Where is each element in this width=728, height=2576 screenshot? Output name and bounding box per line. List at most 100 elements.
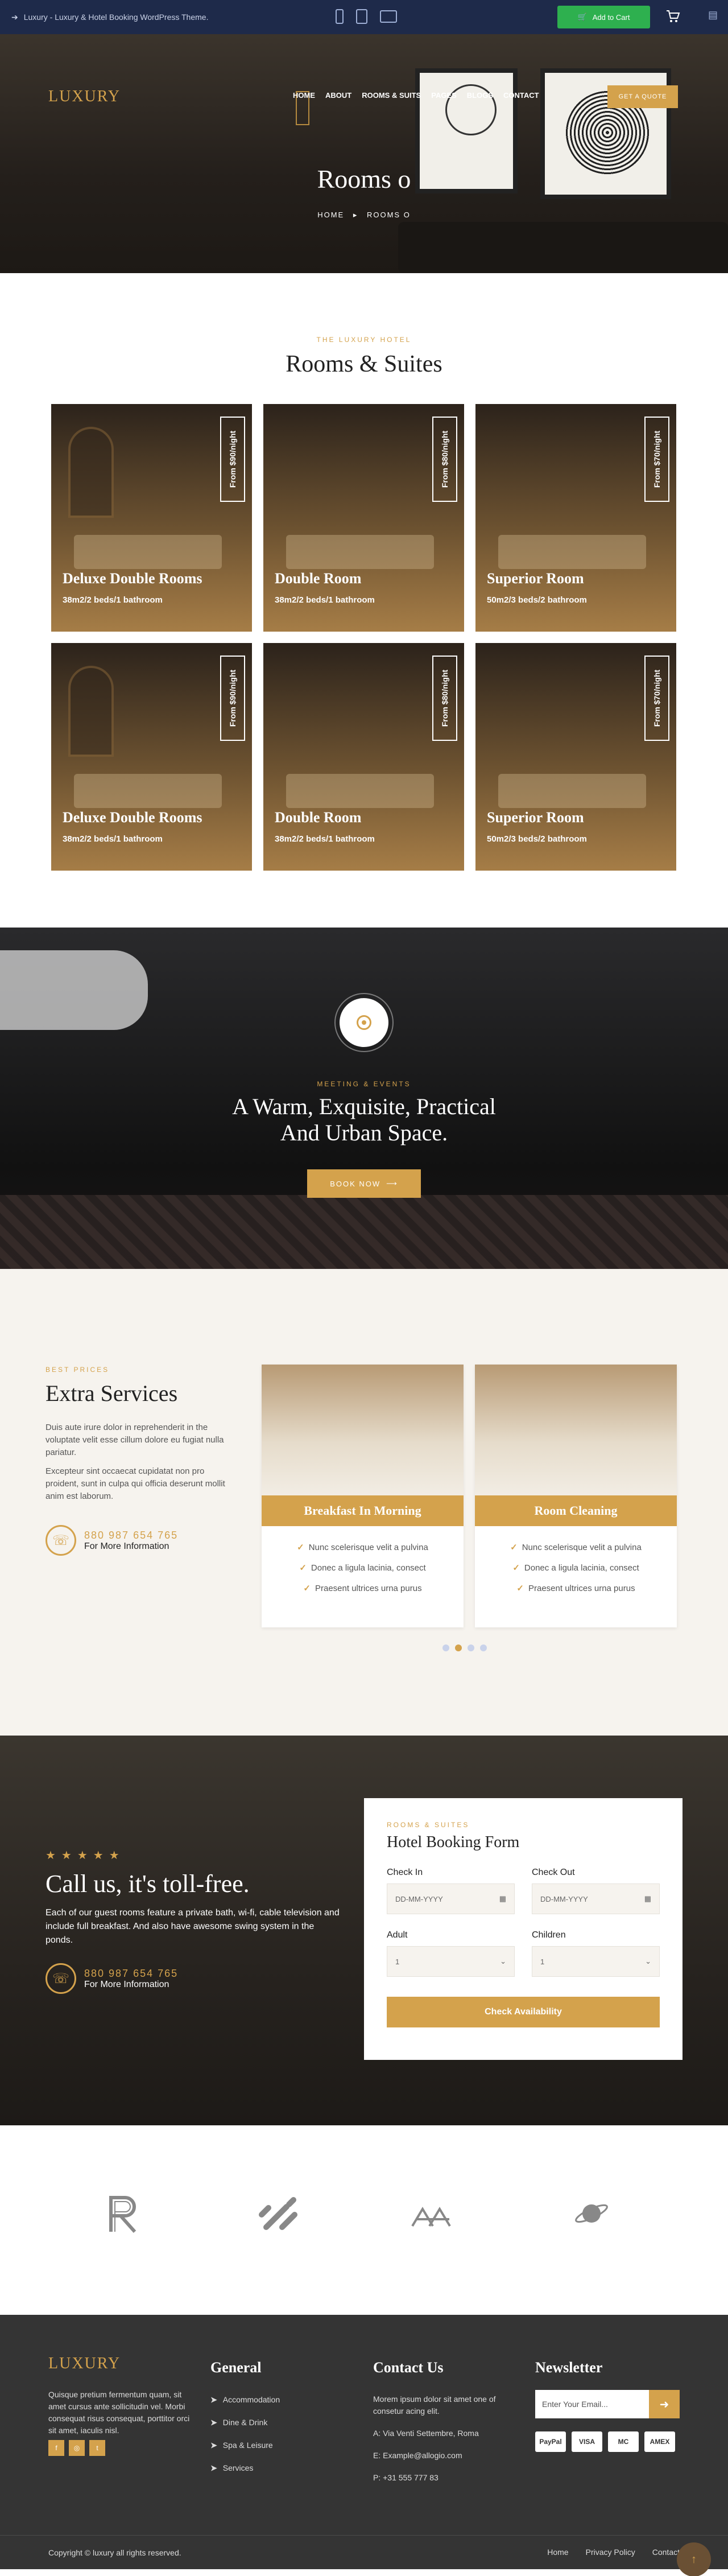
room-card[interactable]: From $70/night Superior Room 50m2/3 beds…	[475, 643, 676, 871]
footer-link[interactable]: ➤ Services	[210, 2462, 280, 2474]
room-card[interactable]: From $90/night Deluxe Double Rooms 38m2/…	[51, 404, 252, 632]
carousel-dot[interactable]	[468, 1644, 474, 1651]
bottom-link-privacy[interactable]: Privacy Policy	[586, 2548, 635, 2557]
partner-logo-planet[interactable]	[569, 2192, 614, 2237]
rooms-title: Rooms & Suites	[286, 351, 442, 377]
booking-form: ROOMS & SUITES Hotel Booking Form Check …	[364, 1798, 682, 2060]
room-meta: 50m2/3 beds/2 bathroom	[487, 595, 587, 605]
nav-item-pages[interactable]: PAGES	[431, 91, 457, 100]
partner-logo-r[interactable]	[102, 2192, 148, 2237]
send-icon[interactable]: ➜	[649, 2390, 680, 2418]
room-card[interactable]: From $80/night Double Room 38m2/2 beds/1…	[263, 643, 464, 871]
breadcrumb-current: ROOMS O	[366, 211, 411, 219]
nav-item-contact[interactable]: CONTACT	[503, 91, 539, 100]
footer-link[interactable]: ➤ Dine & Drink	[210, 2416, 280, 2429]
newsletter-email-input[interactable]: Enter Your Email...	[535, 2390, 649, 2418]
list-item: ✓ Praesent ultrices urna purus	[516, 1584, 635, 1593]
bottom-link-home[interactable]: Home	[547, 2548, 568, 2557]
basket-icon[interactable]	[665, 9, 680, 23]
carousel-dot[interactable]	[442, 1644, 449, 1651]
partner-logo-stripes[interactable]	[256, 2192, 301, 2237]
check-icon: ✓	[299, 1563, 307, 1573]
check-out-field[interactable]: DD-MM-YYYY ▦	[532, 1883, 660, 1914]
newsletter-title: Newsletter	[535, 2359, 603, 2376]
room-card[interactable]: From $80/night Double Room 38m2/2 beds/1…	[263, 404, 464, 632]
list-item: ✓ Donec a ligula lacinia, consect	[512, 1563, 639, 1573]
room-name[interactable]: Deluxe Double Rooms	[63, 570, 202, 587]
events-title-line2: And Urban Space.	[280, 1120, 448, 1145]
room-name[interactable]: Double Room	[275, 570, 361, 587]
nav-item-rooms[interactable]: ROOMS & SUITS	[362, 91, 421, 100]
bottom-link-contact[interactable]: Contact	[652, 2548, 680, 2557]
check-in-label: Check In	[387, 1868, 423, 1877]
contact-email[interactable]: E: Example@allogio.com	[373, 2450, 527, 2462]
paypal-icon: PayPal	[535, 2431, 566, 2452]
service-card[interactable]: Breakfast In Morning ✓ Nunc scelerisque v…	[262, 1365, 464, 1627]
social-links: f ◎ t	[48, 2440, 105, 2456]
logo[interactable]: LUXURY	[48, 88, 121, 106]
preview-title[interactable]: ➔ Luxury - Luxury & Hotel Booking WordPr…	[11, 13, 208, 22]
room-name[interactable]: Deluxe Double Rooms	[63, 809, 202, 826]
check-in-field[interactable]: DD-MM-YYYY ▦	[387, 1883, 515, 1914]
ornament-pattern	[0, 1195, 728, 1269]
room-name[interactable]: Superior Room	[487, 570, 584, 587]
copyright: Copyright © luxury all rights reserved.	[48, 2548, 181, 2557]
tablet-icon[interactable]	[356, 9, 367, 24]
room-meta: 38m2/2 beds/1 bathroom	[63, 834, 163, 844]
list-item: ✓ Praesent ultrices urna purus	[303, 1584, 422, 1593]
arrow-up-icon[interactable]: ↑	[677, 2542, 711, 2576]
facebook-icon[interactable]: f	[48, 2440, 64, 2456]
breadcrumb-home[interactable]: HOME	[317, 211, 344, 219]
carousel-dot-active[interactable]	[455, 1644, 462, 1651]
footer-contact: Morem ipsum dolor sit amet one of conset…	[373, 2393, 527, 2494]
contact-phone[interactable]: P: +31 555 777 83	[373, 2472, 527, 2484]
booking-phone[interactable]: ☏ 880 987 654 765 For More Information	[46, 1963, 178, 1994]
main-nav: LUXURY HOME ABOUT ROOMS & SUITS PAGES BL…	[0, 84, 728, 109]
book-now-button[interactable]: BOOK NOW ⟶	[307, 1169, 421, 1198]
adult-select[interactable]: 1 ⌄	[387, 1946, 515, 1977]
footer-links: ➤ Accommodation ➤ Dine & Drink ➤ Spa & Leis…	[210, 2393, 280, 2484]
rooms-section: THE LUXURY HOTEL Rooms & Suites From $90…	[0, 273, 728, 928]
add-to-cart-button[interactable]: 🛒 Add to Cart	[557, 6, 650, 28]
arrow-icon: ▸	[353, 211, 358, 219]
nav-item-home[interactable]: HOME	[293, 91, 315, 100]
cart-icon: 🛒	[577, 13, 587, 21]
phone-icon[interactable]	[336, 9, 344, 24]
check-availability-button[interactable]: Check Availability	[387, 1997, 660, 2027]
nav-item-blogs[interactable]: BLOGS	[467, 91, 493, 100]
partner-logo-tents[interactable]	[410, 2192, 455, 2237]
carousel-dot[interactable]	[480, 1644, 487, 1651]
room-card[interactable]: From $70/night Superior Room 50m2/3 beds…	[475, 404, 676, 632]
mastercard-icon: MC	[608, 2431, 639, 2452]
menu-icon[interactable]: ▤	[708, 9, 722, 24]
twitter-icon[interactable]: t	[89, 2440, 105, 2456]
desktop-icon[interactable]	[380, 10, 397, 23]
chevron-down-icon: ⌄	[645, 1957, 651, 1965]
room-name[interactable]: Superior Room	[487, 809, 584, 826]
list-item: ✓ Nunc scelerisque velit a pulvina	[510, 1543, 642, 1552]
service-label: Room Cleaning	[475, 1495, 677, 1526]
services-phone[interactable]: ☏ 880 987 654 765 For More Information	[46, 1525, 178, 1556]
room-meta: 38m2/2 beds/1 bathroom	[275, 834, 375, 844]
arrow-icon: ➔	[11, 12, 18, 22]
room-card[interactable]: From $90/night Deluxe Double Rooms 38m2/…	[51, 643, 252, 871]
room-price: From $90/night	[220, 417, 245, 502]
footer-link[interactable]: ➤ Accommodation	[210, 2393, 280, 2406]
service-card[interactable]: Room Cleaning ✓ Nunc scelerisque velit a …	[475, 1365, 677, 1627]
check-icon: ✓	[512, 1563, 520, 1573]
instagram-icon[interactable]: ◎	[69, 2440, 85, 2456]
arrow-icon: ➤	[210, 2395, 217, 2404]
footer-logo[interactable]: LUXURY	[48, 2355, 121, 2373]
play-video-button[interactable]	[334, 993, 394, 1052]
footer-link[interactable]: ➤ Spa & Leisure	[210, 2439, 280, 2451]
services-text-2: Excepteur sint occaecat cupidatat non pr…	[46, 1466, 225, 1501]
room-name[interactable]: Double Room	[275, 809, 361, 826]
nav-item-about[interactable]: ABOUT	[325, 91, 351, 100]
room-price: From $70/night	[644, 656, 669, 741]
device-switcher	[336, 9, 397, 24]
children-select[interactable]: 1 ⌄	[532, 1946, 660, 1977]
adult-label: Adult	[387, 1930, 408, 1940]
form-kicker: ROOMS & SUITES	[387, 1821, 470, 1829]
get-quote-button[interactable]: GET A QUOTE	[607, 85, 678, 108]
children-label: Children	[532, 1930, 566, 1940]
